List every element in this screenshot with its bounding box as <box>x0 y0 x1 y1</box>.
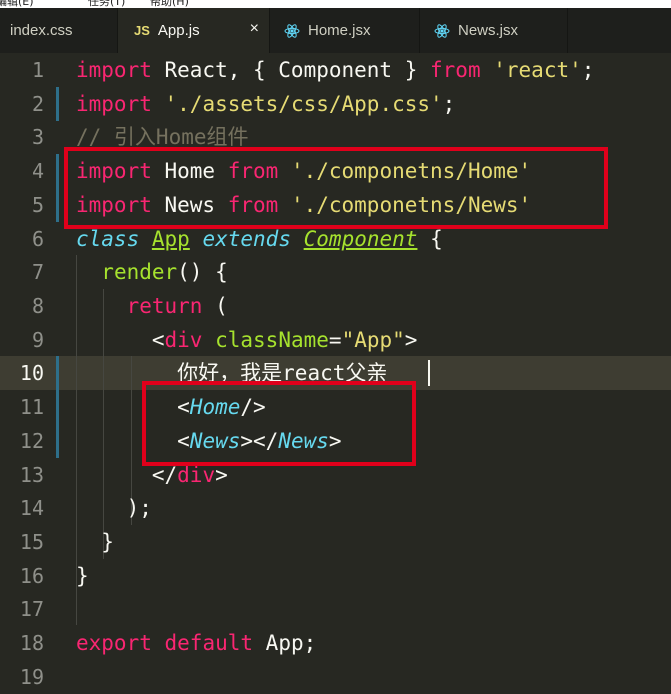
string: './assets/css/App.css' <box>164 92 443 116</box>
annotation-box-components <box>142 381 416 466</box>
code-text: = <box>328 328 342 352</box>
menu-bar: 编辑(E) 任务(T) 帮助(H) <box>0 0 671 8</box>
jsx-attribute: className <box>215 328 329 352</box>
class-name: App <box>151 227 190 251</box>
code-text: < <box>151 328 165 352</box>
tab-app-js[interactable]: JS App.js × <box>118 8 270 53</box>
code-text: App; <box>253 631 317 655</box>
line-number: 16 <box>19 564 44 588</box>
code-text: } <box>101 530 114 554</box>
line-number: 8 <box>31 294 44 318</box>
jsx-tag: div <box>164 328 203 352</box>
line-number: 11 <box>19 395 44 419</box>
modified-marker <box>56 87 59 121</box>
code-line-9: <div className="App"> <box>76 323 418 357</box>
line-number: 6 <box>31 227 44 251</box>
modified-marker <box>56 390 59 424</box>
react-icon <box>284 23 300 39</box>
line-number: 1 <box>31 58 44 82</box>
keyword: import <box>76 92 152 116</box>
keyword: export <box>76 631 152 655</box>
keyword: import <box>76 58 152 82</box>
code-line-7: render() { <box>76 255 228 289</box>
line-number: 5 <box>31 193 44 217</box>
line-number: 9 <box>31 328 44 352</box>
line-number: 14 <box>19 496 44 520</box>
code-text: React, { Component } <box>151 58 431 82</box>
code-text: ; <box>442 92 456 116</box>
modified-marker <box>56 424 59 458</box>
menu-item-edit[interactable]: 编辑(E) <box>0 0 34 8</box>
code-text: () { <box>177 260 228 284</box>
tab-home-jsx[interactable]: Home.jsx <box>270 8 420 53</box>
storage-keyword: class <box>76 227 140 251</box>
code-line-15: } <box>76 525 114 559</box>
line-number: 18 <box>19 631 44 655</box>
code-text: ); <box>126 496 152 520</box>
code-text: } <box>76 564 89 588</box>
line-number: 17 <box>19 597 44 621</box>
modified-marker <box>56 188 59 222</box>
storage-keyword: extends <box>202 227 291 251</box>
js-icon: JS <box>134 23 150 38</box>
menu-item-help[interactable]: 帮助(H) <box>150 0 189 8</box>
line-number: 19 <box>19 665 44 689</box>
code-text: > <box>404 328 418 352</box>
tab-label: Home.jsx <box>308 22 371 39</box>
line-number: 4 <box>31 159 44 183</box>
tab-news-jsx[interactable]: News.jsx <box>420 8 568 53</box>
line-number-current: 10 <box>19 361 44 385</box>
keyword: default <box>164 631 254 655</box>
tab-label: App.js <box>157 22 200 39</box>
keyword: return <box>126 294 203 318</box>
string: "App" <box>341 328 405 352</box>
line-number: 15 <box>19 530 44 554</box>
code-line-18: export default App; <box>76 626 316 660</box>
code-text: > <box>215 463 228 487</box>
code-line-2: import './assets/css/App.css'; <box>76 87 455 121</box>
code-line-8: return ( <box>76 289 228 323</box>
function-name: render <box>101 260 178 284</box>
tab-index-css[interactable]: index.css <box>0 8 118 53</box>
base-class: Component <box>303 227 418 251</box>
line-number: 13 <box>19 463 44 487</box>
jsx-tag: div <box>177 463 216 487</box>
tab-label: index.css <box>10 22 73 39</box>
code-text: ; <box>581 58 595 82</box>
string: 'react' <box>493 58 582 82</box>
line-number: 12 <box>19 429 44 453</box>
menu-item-task[interactable]: 任务(T) <box>88 0 125 8</box>
keyword: from <box>430 58 481 82</box>
text-cursor <box>428 360 430 386</box>
tab-bar: index.css JS App.js × Home.jsx News.jsx <box>0 8 671 53</box>
annotation-box-imports <box>64 147 608 229</box>
code-text: ( <box>202 294 228 318</box>
code-line-14: ); <box>76 491 152 525</box>
code-line-1: import React, { Component } from 'react'… <box>76 53 594 87</box>
modified-marker <box>56 356 59 390</box>
code-editor[interactable]: 1 2 3 4 5 6 7 8 9 10 11 12 13 14 15 16 1… <box>0 53 671 689</box>
line-number: 3 <box>31 125 44 149</box>
line-number: 2 <box>31 92 44 116</box>
tab-label: News.jsx <box>458 22 519 39</box>
close-icon[interactable]: × <box>250 20 259 38</box>
code-text: { <box>417 227 443 251</box>
code-line-16: } <box>76 559 89 593</box>
code-text: </ <box>151 463 178 487</box>
line-number: 7 <box>31 260 44 284</box>
react-icon <box>434 23 450 39</box>
modified-marker <box>56 154 59 188</box>
